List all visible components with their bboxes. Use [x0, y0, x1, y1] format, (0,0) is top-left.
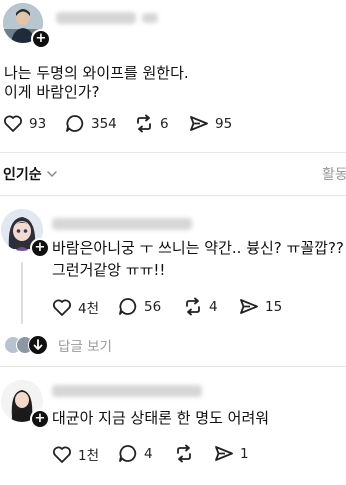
- thread-line: [21, 262, 23, 324]
- post-like-count: 93: [29, 115, 47, 132]
- reply-like-button[interactable]: 1천: [52, 444, 99, 464]
- post-time-ago: 1h: [142, 13, 158, 23]
- post-repost-count: 6: [160, 115, 169, 132]
- reply-text-line-1: 바람은아니궁 ㅜ 쓰니는 약간.. 븅신? ㅠ꼴깝?? ㅠ: [52, 239, 346, 257]
- arrow-down-icon: [28, 335, 48, 355]
- reply-text-line-2: 그런거같앙 ㅠㅠ!!: [52, 261, 166, 279]
- reply-repost-button[interactable]: 4: [183, 297, 218, 316]
- post-text-line-2: 이게 바람인가?: [4, 83, 100, 101]
- post-comment-button[interactable]: 354: [65, 114, 117, 133]
- reply-like-count: 1천: [78, 448, 100, 464]
- repost-icon: [186, 297, 200, 316]
- share-icon: [215, 446, 233, 461]
- share-icon: [190, 116, 208, 131]
- post-divider: [0, 152, 346, 153]
- reply-repost-button[interactable]: [174, 444, 200, 463]
- post-share-count: 95: [215, 115, 233, 132]
- reply-like-button[interactable]: 4천: [52, 297, 99, 317]
- repost-icon: [177, 444, 191, 463]
- follow-plus-icon[interactable]: +: [31, 29, 51, 49]
- reply-comment-button[interactable]: 56: [118, 297, 161, 316]
- reply-comment-button[interactable]: 4: [118, 444, 153, 463]
- sort-label: 인기순: [3, 167, 42, 183]
- view-replies-button[interactable]: 답글 보기: [4, 335, 112, 355]
- reply-share-button[interactable]: 15: [239, 297, 282, 316]
- follow-plus-icon[interactable]: +: [30, 238, 50, 258]
- author-username[interactable]: [56, 12, 136, 24]
- reply-text-line-1: 대균아 지금 상태론 한 명도 어려워: [52, 409, 270, 427]
- comment-icon: [66, 115, 84, 132]
- post-comment-count: 354: [91, 115, 117, 132]
- share-icon: [240, 299, 258, 314]
- sort-divider: [0, 195, 346, 196]
- activity-link[interactable]: 활동: [322, 164, 346, 184]
- view-replies-label: 답글 보기: [58, 339, 112, 355]
- post-like-button[interactable]: 93: [3, 114, 46, 133]
- heart-icon: [53, 446, 71, 463]
- follow-plus-icon[interactable]: +: [30, 409, 50, 429]
- comment-icon: [119, 445, 137, 462]
- reply-repost-count: 4: [209, 298, 218, 315]
- reply-like-count: 4천: [78, 301, 100, 317]
- repost-icon: [137, 114, 151, 133]
- reply-share-count: 15: [265, 298, 283, 315]
- post-repost-button[interactable]: 6: [134, 114, 169, 133]
- reply-comment-count: 56: [144, 298, 162, 315]
- reply-username[interactable]: [52, 218, 192, 230]
- reply-username[interactable]: [52, 385, 202, 397]
- chevron-down-icon: [46, 171, 57, 178]
- reply-divider: [0, 366, 346, 367]
- heart-icon: [4, 115, 22, 132]
- reply-comment-count: 4: [144, 445, 153, 462]
- sort-dropdown[interactable]: 인기순: [3, 164, 58, 184]
- post-share-button[interactable]: 95: [189, 114, 232, 133]
- heart-icon: [53, 299, 71, 316]
- reply-share-count: 1: [240, 445, 249, 462]
- reply-share-button[interactable]: 1: [214, 444, 249, 463]
- comment-icon: [119, 298, 137, 315]
